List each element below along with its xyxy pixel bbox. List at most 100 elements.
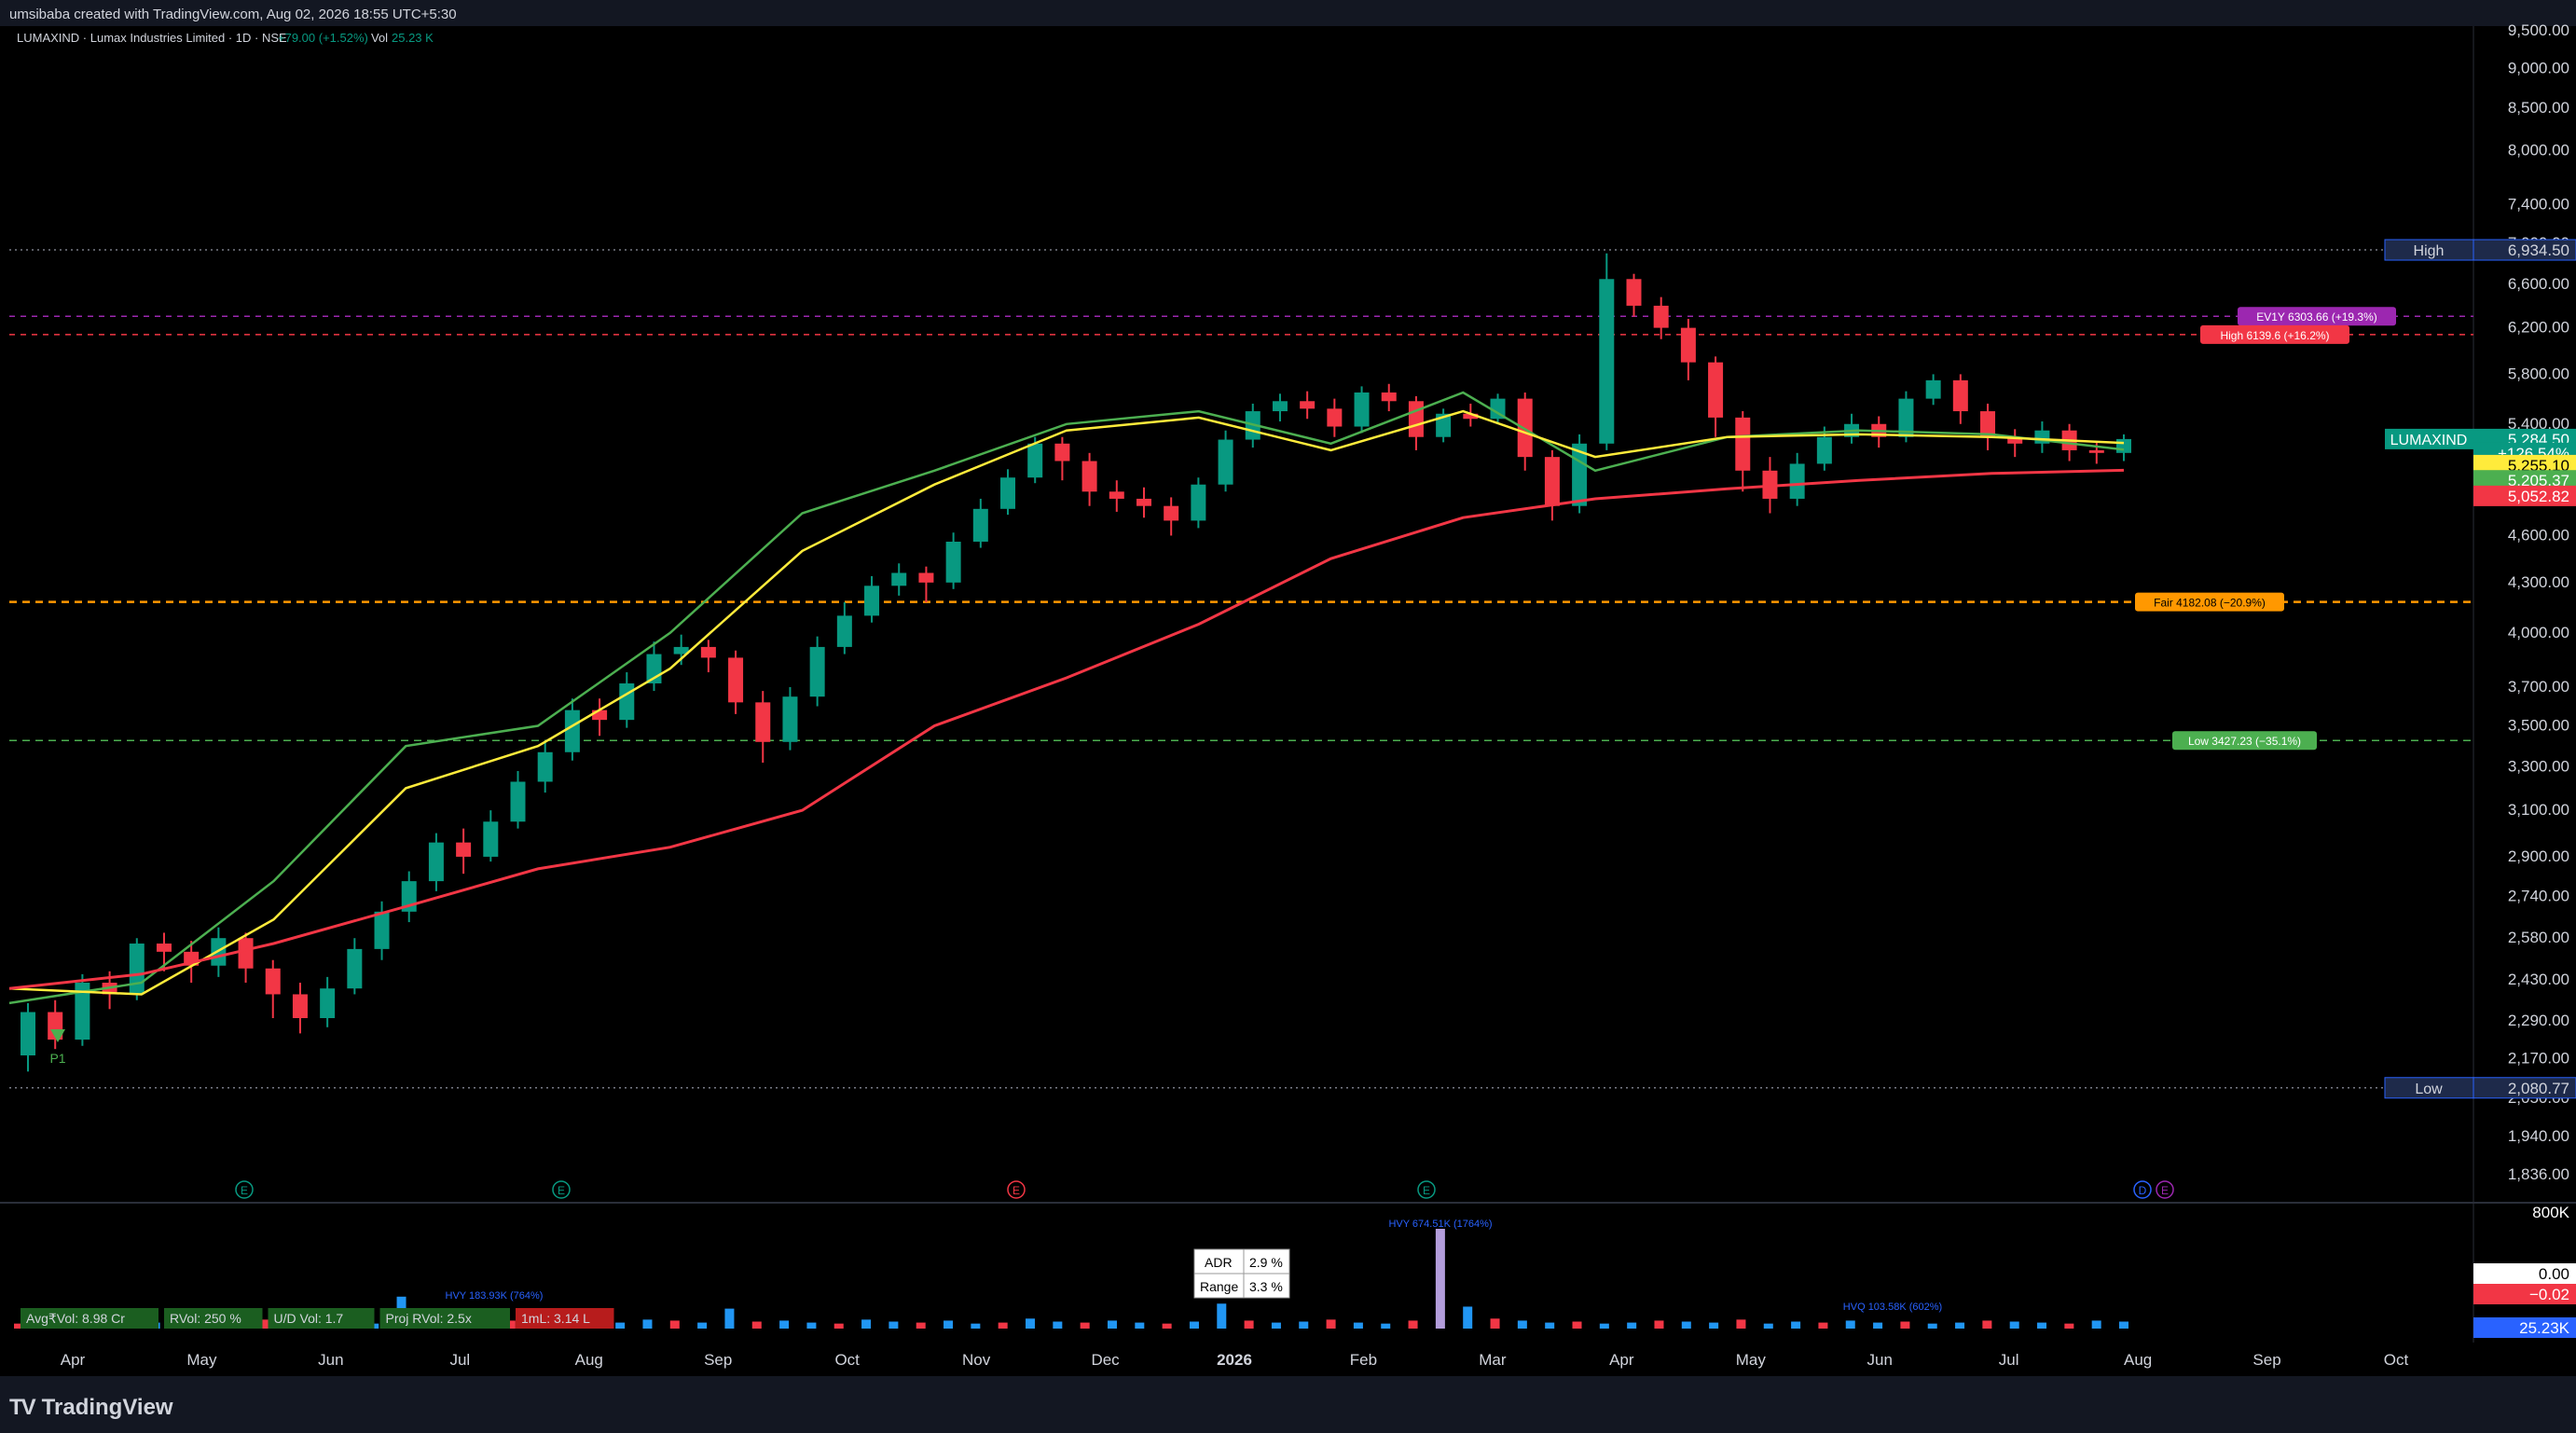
x-tick-label: May: [186, 1351, 217, 1369]
candle-body: [1000, 477, 1016, 509]
x-tick-label: Jun: [318, 1351, 343, 1369]
candle-body: [891, 572, 907, 586]
volume-bar: [669, 1320, 680, 1329]
stat-label: RVol: 250 %: [170, 1311, 241, 1326]
range-value: 3.3 %: [1249, 1279, 1283, 1294]
y-tick-label: 3,500.00: [2508, 717, 2569, 735]
volume-bar: [697, 1322, 708, 1329]
volume-bar: [1490, 1318, 1500, 1329]
candle-body: [592, 710, 608, 721]
volume-bar: [1545, 1322, 1555, 1329]
candle-body: [864, 586, 880, 616]
candle-body: [1952, 379, 1968, 412]
volume-bar: [1463, 1306, 1473, 1329]
candle-body: [1408, 401, 1424, 437]
volume-bar: [1845, 1320, 1855, 1329]
volume-bar: [1572, 1321, 1582, 1329]
volume-bar: [1189, 1321, 1199, 1329]
candle-body: [1653, 305, 1669, 328]
volume-bar: [642, 1319, 653, 1329]
volume-bar: [751, 1321, 762, 1329]
sub-axis-label: 25.23K: [2519, 1319, 2570, 1337]
volume-bar: [1026, 1318, 1036, 1329]
candle-body: [1218, 439, 1233, 485]
footer: TV TradingView: [0, 1376, 2576, 1433]
pivot-label: P1: [49, 1051, 65, 1066]
volume-bar: [1107, 1320, 1117, 1329]
x-tick-label: Oct: [834, 1351, 860, 1369]
volume-bar: [1982, 1320, 1992, 1329]
level-name-label: High: [2414, 243, 2445, 259]
volume-bar: [861, 1319, 872, 1329]
candle-body: [1109, 491, 1124, 499]
hvy-label: HVY 674.51K (1764%): [1388, 1219, 1492, 1230]
volume-bar: [724, 1308, 735, 1329]
y-tick-label: 3,700.00: [2508, 678, 2569, 696]
tradingview-brand[interactable]: TV TradingView: [9, 1395, 173, 1421]
x-tick-label: Apr: [61, 1351, 86, 1369]
price-label-value: 5,052.82: [2508, 488, 2569, 505]
candle-body: [1027, 443, 1043, 478]
candle-body: [2088, 449, 2104, 453]
candle-body: [537, 751, 553, 782]
candle-body: [836, 615, 852, 647]
candle-body: [320, 988, 336, 1018]
volume-bar: [944, 1320, 954, 1329]
chart-window: umsibaba created with TradingView.com, A…: [0, 0, 2576, 1433]
x-tick-label: Apr: [1609, 1351, 1634, 1369]
candle-body: [21, 1012, 35, 1055]
candle-body: [1136, 498, 1151, 506]
event-marker-label: D: [2139, 1184, 2147, 1197]
sub-axis-label: 800K: [2532, 1204, 2569, 1221]
candle-body: [1164, 505, 1179, 521]
volume-bar: [806, 1322, 817, 1329]
x-tick-label: Nov: [962, 1351, 991, 1369]
candle-body: [1708, 362, 1724, 418]
volume-bar: [2119, 1321, 2128, 1329]
level-tag-label: High 6139.6 (+16.2%): [2220, 329, 2329, 342]
volume-bar: [1818, 1322, 1828, 1329]
candle-body: [809, 646, 825, 697]
level-value-label: 2,080.77: [2508, 1080, 2569, 1097]
y-tick-label: 3,300.00: [2508, 757, 2569, 775]
y-tick-label: 3,100.00: [2508, 801, 2569, 819]
event-marker-label: E: [1012, 1184, 1020, 1197]
level-name-label: Low: [2415, 1082, 2443, 1097]
y-tick-label: 5,800.00: [2508, 365, 2569, 382]
x-tick-label: Dec: [1091, 1351, 1120, 1369]
candle-body: [972, 508, 988, 542]
volume-bar: [1627, 1322, 1637, 1329]
candle-body: [129, 944, 145, 995]
y-tick-label: 7,400.00: [2508, 196, 2569, 214]
candle-body: [1735, 417, 1751, 471]
volume-bar: [833, 1323, 844, 1329]
candle-body: [265, 968, 281, 995]
x-tick-label: Mar: [1479, 1351, 1507, 1369]
x-tick-label: Jun: [1867, 1351, 1893, 1369]
symbol-header: LUMAXIND · Lumax Industries Limited · 1D…: [17, 31, 434, 45]
candle-body: [510, 781, 526, 822]
candle-body: [619, 683, 635, 721]
candle-body: [156, 944, 172, 952]
y-tick-label: 2,900.00: [2508, 847, 2569, 865]
candle-body: [1925, 379, 1941, 399]
volume-bar: [1271, 1322, 1281, 1329]
volume-bar: [1599, 1323, 1609, 1329]
volume-bar: [1900, 1321, 1910, 1329]
x-tick-label: Sep: [704, 1351, 732, 1369]
volume-bar: [1326, 1319, 1336, 1329]
candle-body: [918, 572, 934, 583]
x-tick-label: 2026: [1217, 1351, 1252, 1369]
volume-bar: [1873, 1322, 1883, 1329]
candle-body: [1381, 392, 1397, 402]
volume-bar: [1080, 1322, 1090, 1329]
candle-body: [1327, 408, 1343, 427]
candle-body: [564, 710, 580, 752]
vol-label: Vol: [371, 31, 388, 45]
volume-bar: [2009, 1321, 2019, 1329]
volume-bar: [916, 1322, 926, 1329]
chart-canvas[interactable]: 9,500.00 9,000.00 8,500.00 8,000.00 7,400.00…: [0, 0, 2576, 1433]
y-tick-label: 2,740.00: [2508, 887, 2569, 904]
x-tick-label: Feb: [1350, 1351, 1377, 1369]
volume-bar: [1162, 1323, 1172, 1329]
